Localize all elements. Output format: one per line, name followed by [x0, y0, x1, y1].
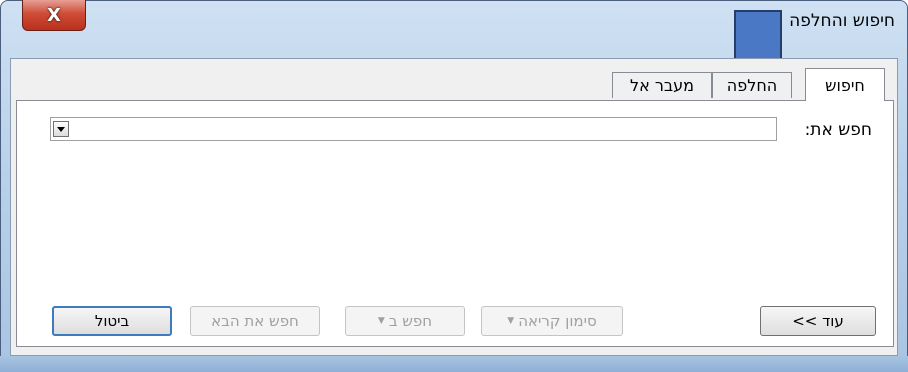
close-icon: X: [47, 4, 61, 26]
tab-goto-label: מעבר אל: [629, 76, 695, 95]
find-next-button[interactable]: חפש את הבא: [190, 306, 320, 336]
find-in-button[interactable]: חפש ב ▼: [345, 306, 465, 336]
dropdown-arrow-icon: ▼: [377, 316, 385, 326]
dialog-title: חיפוש והחלפה: [789, 11, 895, 31]
reading-highlight-button[interactable]: סימון קריאה ▼: [481, 306, 623, 336]
find-what-combobox[interactable]: [50, 117, 777, 141]
cancel-label: ביטול: [94, 312, 130, 330]
more-button[interactable]: עוד >>: [760, 306, 876, 336]
find-in-label: חפש ב: [388, 312, 433, 330]
tab-replace-label: החלפה: [726, 76, 778, 95]
tab-find-label: חיפוש: [825, 75, 865, 95]
tab-goto[interactable]: מעבר אל: [612, 72, 712, 98]
window-bottom-border: [0, 356, 908, 372]
tab-replace[interactable]: החלפה: [712, 72, 792, 98]
close-button[interactable]: X: [22, 0, 86, 31]
reading-highlight-label: סימון קריאה: [518, 312, 597, 330]
chevron-down-icon[interactable]: [53, 121, 69, 137]
find-next-label: חפש את הבא: [211, 312, 299, 330]
cancel-button[interactable]: ביטול: [52, 306, 172, 336]
dropdown-arrow-icon: ▼: [507, 316, 515, 326]
more-button-label: עוד >>: [792, 312, 844, 330]
find-what-input[interactable]: [71, 119, 774, 139]
find-what-label: חפש את:: [804, 120, 872, 140]
tab-find[interactable]: חיפוש: [805, 68, 885, 101]
